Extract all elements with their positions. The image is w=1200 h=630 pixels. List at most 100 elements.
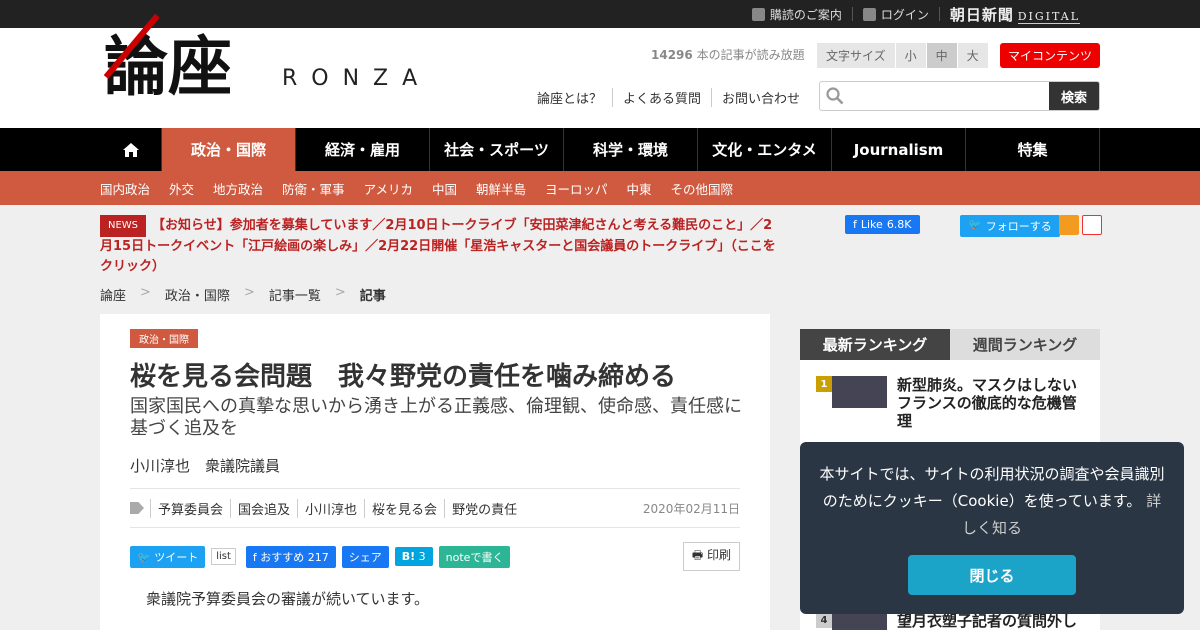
nav-society[interactable]: 社会・スポーツ xyxy=(430,128,564,171)
subnav-item[interactable]: その他国際 xyxy=(671,179,734,198)
login-link[interactable]: ログイン xyxy=(862,6,929,23)
nav-home[interactable] xyxy=(100,128,162,171)
tag-item[interactable]: 小川淳也 xyxy=(297,498,364,518)
tag-item[interactable]: 桜を見る会 xyxy=(364,498,444,518)
breadcrumb-separator: > xyxy=(243,285,255,300)
facebook-like-button[interactable]: f Like 6.8K xyxy=(845,215,920,234)
note-button[interactable]: noteで書く xyxy=(438,545,511,568)
news-badge: NEWS xyxy=(100,215,147,237)
about-link[interactable]: 論座とは？ xyxy=(537,88,612,107)
cookie-close-button[interactable]: 閉じる xyxy=(908,555,1076,595)
tag-item[interactable]: 国会追及 xyxy=(230,498,297,518)
subnav-item[interactable]: アメリカ xyxy=(364,179,413,198)
breadcrumb-separator: > xyxy=(334,285,346,300)
tag-item[interactable]: 予算委員会 xyxy=(150,498,230,518)
ranking-item[interactable]: 1 新型肺炎。マスクはしないフランスの徹底的な危機管理 xyxy=(816,376,1087,430)
breadcrumb-separator: > xyxy=(140,285,151,300)
publish-date: 2020年02月11日 xyxy=(642,501,740,516)
subnav-item[interactable]: 中国 xyxy=(432,179,457,198)
my-contents-button[interactable]: マイコンテンツ xyxy=(1000,43,1101,68)
share-bar: 🐦 ツイート list f おすすめ 217 シェア B! 3 noteで書く … xyxy=(130,542,740,571)
divider xyxy=(938,7,940,21)
tab-latest-ranking[interactable]: 最新ランキング xyxy=(800,329,950,360)
facebook-share-button[interactable]: シェア xyxy=(341,545,389,568)
article-body-paragraph: 衆議院予算委員会の審議が続いています。 xyxy=(146,590,430,608)
nav-journalism[interactable]: Journalism xyxy=(832,128,966,171)
mail-icon[interactable] xyxy=(1082,215,1102,235)
nav-culture[interactable]: 文化・エンタメ xyxy=(698,128,832,171)
ranking-thumbnail xyxy=(832,612,887,630)
site-header: 論座 RONZA 14296 本の記事が読み放題 文字サイズ 小 中 大 マイコ… xyxy=(0,13,1200,128)
printer-icon: 🖶 xyxy=(691,548,704,562)
twitter-icon: 🐦 xyxy=(968,218,982,231)
logo-kanji: 論座 xyxy=(104,30,232,105)
rank-number: 1 xyxy=(816,376,832,392)
article-subtitle: 国家国民への真摯な思いから湧き上がる正義感、倫理観、使命感、責任感に基づく追及を xyxy=(130,396,742,439)
nav-economy[interactable]: 経済・雇用 xyxy=(296,128,430,171)
news-announcement[interactable]: NEWS 【お知らせ】参加者を募集しています／2月10日トークライブ「安田菜津紀さ… xyxy=(100,215,780,277)
subnav-item[interactable]: 防衛・軍事 xyxy=(282,179,345,198)
nav-politics[interactable]: 政治・国際 xyxy=(162,128,296,171)
news-text: 【お知らせ】参加者を募集しています／2月10日トークライブ「安田菜津紀さんと考え… xyxy=(100,218,776,274)
tag-item[interactable]: 野党の責任 xyxy=(444,498,524,518)
nav-features[interactable]: 特集 xyxy=(966,128,1100,171)
contact-link[interactable]: お問い合わせ xyxy=(711,88,810,107)
faq-link[interactable]: よくある質問 xyxy=(612,88,711,107)
breadcrumb-current: 記事 xyxy=(359,289,386,304)
cookie-message: 本サイトでは、サイトの利用状況の調査や会員識別のためにクッキー（Cookie）を… xyxy=(819,465,1165,537)
subnav-item[interactable]: 外交 xyxy=(169,179,194,198)
subnav-item[interactable]: 朝鮮半島 xyxy=(476,179,526,198)
edit-icon xyxy=(751,7,765,21)
subscription-guide-link[interactable]: 購読のご案内 xyxy=(751,6,842,23)
font-size-label: 文字サイズ xyxy=(817,43,895,68)
facebook-icon: f xyxy=(853,218,857,231)
font-size-large[interactable]: 大 xyxy=(957,43,988,68)
twitter-follow-button[interactable]: 🐦 フォローする xyxy=(960,215,1060,237)
help-links: 論座とは？ よくある質問 お問い合わせ xyxy=(537,88,810,107)
ranking-item[interactable]: 4 望月衣塑子記者の質問外し xyxy=(816,612,1087,630)
subnav-item[interactable]: ヨーロッパ xyxy=(545,179,608,198)
category-badge[interactable]: 政治・国際 xyxy=(130,329,198,348)
divider xyxy=(851,7,853,21)
ronza-logo[interactable]: 論座 xyxy=(103,13,274,126)
tweet-button[interactable]: 🐦 ツイート xyxy=(130,545,206,568)
top-utility-bar: 購読のご案内 ログイン 朝日新聞 DIGITAL xyxy=(0,0,1200,28)
asahi-digital-logo[interactable]: 朝日新聞 DIGITAL xyxy=(950,4,1080,25)
subnav-item[interactable]: 地方政治 xyxy=(213,179,263,198)
hatena-icon: B! xyxy=(401,550,416,563)
breadcrumb-category[interactable]: 政治・国際 xyxy=(165,285,230,304)
breadcrumb-list[interactable]: 記事一覧 xyxy=(269,285,321,304)
tag-list: 予算委員会 国会追及 小川淳也 桜を見る会 野党の責任 2020年02月11日 xyxy=(130,488,740,528)
sub-nav: 国内政治 外交 地方政治 防衛・軍事 アメリカ 中国 朝鮮半島 ヨーロッパ 中東… xyxy=(0,171,1200,205)
article-author[interactable]: 小川淳也 衆議院議員 xyxy=(130,455,280,476)
font-size-selector: 文字サイズ 小 中 大 xyxy=(817,43,989,68)
ranking-title: 望月衣塑子記者の質問外し xyxy=(897,612,1078,630)
facebook-recommend-button[interactable]: f おすすめ 217 xyxy=(245,545,336,568)
facebook-icon: f xyxy=(252,550,257,564)
font-size-medium[interactable]: 中 xyxy=(926,43,957,68)
main-nav: 政治・国際 経済・雇用 社会・スポーツ 科学・環境 文化・エンタメ Journa… xyxy=(100,128,1100,171)
subnav-item[interactable]: 中東 xyxy=(627,179,652,198)
rss-icon[interactable] xyxy=(1059,215,1079,235)
cookie-consent-dialog: 本サイトでは、サイトの利用状況の調査や会員識別のためにクッキー（Cookie）を… xyxy=(800,442,1184,614)
article-title: 桜を見る会問題 我々野党の責任を噛み締める xyxy=(130,362,677,392)
ranking-thumbnail xyxy=(832,376,887,408)
tag-icon xyxy=(130,502,144,514)
tab-weekly-ranking[interactable]: 週間ランキング xyxy=(950,329,1100,360)
article-count: 14296 本の記事が読み放題 xyxy=(651,48,805,62)
font-size-small[interactable]: 小 xyxy=(895,43,926,68)
search-icon xyxy=(820,82,850,110)
home-icon xyxy=(122,142,139,157)
ranking-title: 新型肺炎。マスクはしないフランスの徹底的な危機管理 xyxy=(897,376,1078,430)
hatena-bookmark-button[interactable]: B! 3 xyxy=(394,547,433,566)
rank-number: 4 xyxy=(816,612,832,628)
twitter-list-button[interactable]: list xyxy=(211,548,236,565)
print-button[interactable]: 🖶 印刷 xyxy=(682,542,740,571)
logo-sub: RONZA xyxy=(282,66,432,91)
breadcrumb-home[interactable]: 論座 xyxy=(100,285,126,304)
search-button[interactable]: 検索 xyxy=(1049,82,1099,110)
nav-science[interactable]: 科学・環境 xyxy=(564,128,698,171)
search-input[interactable] xyxy=(850,82,1049,110)
subnav-item[interactable]: 国内政治 xyxy=(100,179,150,198)
breadcrumb: 論座 > 政治・国際 > 記事一覧 > 記事 xyxy=(100,285,400,304)
